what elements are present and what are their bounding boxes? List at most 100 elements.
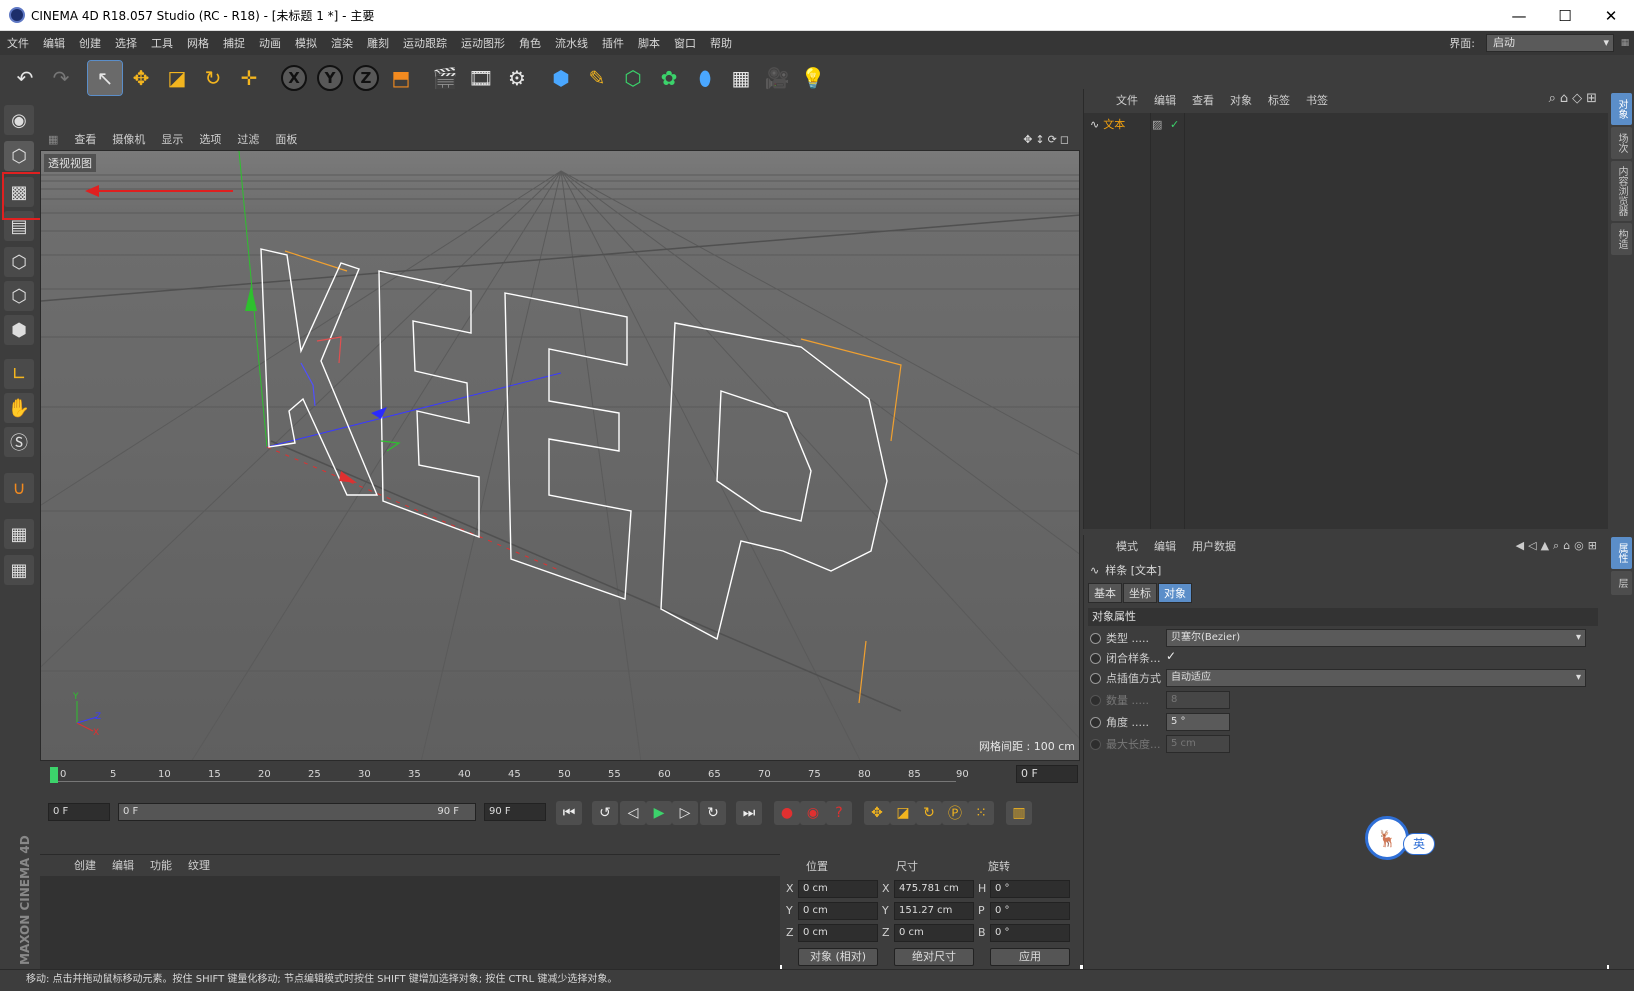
tab-objects[interactable]: 对象 (1611, 93, 1632, 125)
start-frame-field[interactable]: 0 F (48, 803, 110, 821)
position-x-field[interactable]: 0 cm (798, 880, 878, 898)
attr-menu-userdata[interactable]: 用户数据 (1184, 538, 1244, 554)
material-area[interactable] (40, 876, 780, 970)
points-mode-icon[interactable]: ⬡ (4, 247, 34, 277)
maximize-button[interactable]: ☐ (1542, 0, 1588, 31)
viewport-menu-panel[interactable]: 面板 (267, 131, 305, 147)
end-frame-field[interactable]: 90 F (484, 803, 546, 821)
tab-basic[interactable]: 基本 (1088, 583, 1122, 603)
menu-select[interactable]: 选择 (108, 35, 144, 51)
object-list[interactable]: ∿ 文本 ▨ ✓ (1084, 113, 1608, 529)
range-slider[interactable]: 0 F 90 F (118, 803, 476, 821)
subdivision-icon[interactable]: ⬡ (616, 61, 650, 95)
object-menu-bookmarks[interactable]: 书签 (1298, 92, 1336, 108)
key-parameter-icon[interactable]: Ⓟ (942, 801, 968, 825)
record-keys-icon[interactable]: ● (774, 801, 800, 825)
playhead[interactable] (50, 767, 58, 783)
ime-language[interactable]: 英 (1403, 833, 1435, 855)
viewport-menu-view[interactable]: 查看 (66, 131, 104, 147)
close-spline-checkbox[interactable]: ✓ (1166, 649, 1176, 663)
key-pla-icon[interactable]: ⁙ (968, 801, 994, 825)
menu-mesh[interactable]: 网格 (180, 35, 216, 51)
go-to-end-icon[interactable]: ⏭ (736, 801, 762, 825)
object-manager-tools-icons[interactable]: ⌕⌂◇⊞ (1549, 91, 1601, 106)
keyframe-selection-icon[interactable]: ? (826, 801, 852, 825)
render-settings-icon[interactable]: ⚙ (500, 61, 534, 95)
visibility-icon[interactable]: ▨ (1152, 118, 1162, 131)
animate-radio[interactable] (1090, 652, 1101, 664)
object-row-text[interactable]: ∿ 文本 ▨ ✓ (1090, 115, 1179, 133)
apply-button[interactable]: 应用 (990, 948, 1070, 966)
timeline-ruler[interactable]: 0 5 10 15 20 25 30 35 40 45 50 55 60 65 … (40, 761, 1080, 797)
menu-render[interactable]: 渲染 (324, 35, 360, 51)
type-dropdown[interactable]: 贝塞尔(Bezier) (1166, 629, 1586, 647)
menu-simulate[interactable]: 模拟 (288, 35, 324, 51)
polygons-mode-icon[interactable]: ⬢ (4, 315, 34, 345)
animate-radio[interactable] (1090, 716, 1101, 728)
select-arrow-icon[interactable]: ↖ (87, 60, 123, 96)
object-menu-tags[interactable]: 标签 (1260, 92, 1298, 108)
timeline-window-icon[interactable]: ▥ (1006, 801, 1032, 825)
size-x-field[interactable]: 475.781 cm (894, 880, 974, 898)
model-mode-icon[interactable]: ⬡ (4, 141, 34, 171)
prev-key-icon[interactable]: ↺ (592, 801, 618, 825)
menu-script[interactable]: 脚本 (631, 35, 667, 51)
perspective-viewport[interactable]: Y Z X 透视视图 网格间距 : 100 cm (40, 150, 1080, 761)
play-icon[interactable]: ▶ (646, 801, 672, 825)
current-frame-field[interactable]: 0 F (1016, 765, 1078, 783)
tab-content-browser[interactable]: 内容浏览器 (1611, 161, 1632, 221)
menu-tools[interactable]: 工具 (144, 35, 180, 51)
close-button[interactable]: ✕ (1588, 0, 1634, 31)
tab-takes[interactable]: 场次 (1611, 127, 1632, 159)
menu-help[interactable]: 帮助 (703, 35, 739, 51)
menu-motion-tracker[interactable]: 运动跟踪 (396, 35, 454, 51)
y-axis-lock-icon[interactable]: Y (317, 65, 343, 91)
menu-pipeline[interactable]: 流水线 (548, 35, 595, 51)
menu-sculpt[interactable]: 雕刻 (360, 35, 396, 51)
position-y-field[interactable]: 0 cm (798, 902, 878, 920)
snap-magnet-icon[interactable]: ∪ (4, 473, 34, 503)
x-axis-lock-icon[interactable]: X (281, 65, 307, 91)
menu-animate[interactable]: 动画 (252, 35, 288, 51)
edges-mode-icon[interactable]: ⬡ (4, 281, 34, 311)
size-z-field[interactable]: 0 cm (894, 924, 974, 942)
attr-menu-mode[interactable]: 模式 (1108, 538, 1146, 554)
autokey-icon[interactable]: ◉ (800, 801, 826, 825)
prev-frame-icon[interactable]: ◁ (620, 801, 646, 825)
size-y-field[interactable]: 151.27 cm (894, 902, 974, 920)
tab-object[interactable]: 对象 (1158, 583, 1192, 603)
go-to-start-icon[interactable]: ⏮ (556, 801, 582, 825)
live-selection-icon[interactable]: ✛ (232, 61, 266, 95)
menu-file[interactable]: 文件 (0, 35, 36, 51)
object-menu-file[interactable]: 文件 (1108, 92, 1146, 108)
redo-icon[interactable]: ↷ (44, 61, 78, 95)
viewport-menu-filter[interactable]: 过滤 (229, 131, 267, 147)
solo-icon[interactable]: Ⓢ (4, 427, 34, 457)
menu-edit[interactable]: 编辑 (36, 35, 72, 51)
object-menu-objects[interactable]: 对象 (1222, 92, 1260, 108)
scale-tool-icon[interactable]: ◪ (160, 61, 194, 95)
position-z-field[interactable]: 0 cm (798, 924, 878, 942)
move-tool-icon[interactable]: ✥ (124, 61, 158, 95)
cube-object-icon[interactable]: ⬢ (544, 61, 578, 95)
tweak-mode-icon[interactable]: ✋ (4, 393, 34, 423)
z-axis-lock-icon[interactable]: Z (353, 65, 379, 91)
render-view-icon[interactable]: 🎬 (428, 61, 462, 95)
interpolation-dropdown[interactable]: 自动适应 (1166, 669, 1586, 687)
object-menu-edit[interactable]: 编辑 (1146, 92, 1184, 108)
rotation-b-field[interactable]: 0 ° (990, 924, 1070, 942)
material-menu-function[interactable]: 功能 (142, 857, 180, 873)
menu-create[interactable]: 创建 (72, 35, 108, 51)
tab-attributes[interactable]: 属性 (1611, 537, 1632, 569)
tab-structure[interactable]: 构造 (1611, 223, 1632, 255)
menu-mograph[interactable]: 运动图形 (454, 35, 512, 51)
key-position-icon[interactable]: ✥ (864, 801, 890, 825)
material-menu-edit[interactable]: 编辑 (104, 857, 142, 873)
viewport-menu-display[interactable]: 显示 (153, 131, 191, 147)
next-frame-icon[interactable]: ▷ (672, 801, 698, 825)
layout-dropdown[interactable]: 启动 (1486, 34, 1614, 52)
light-icon[interactable]: 💡 (796, 61, 830, 95)
viewport-menu-options[interactable]: 选项 (191, 131, 229, 147)
grid-snap-icon[interactable]: ▦ (4, 555, 34, 585)
coordinate-system-icon[interactable]: ⬒ (384, 61, 418, 95)
